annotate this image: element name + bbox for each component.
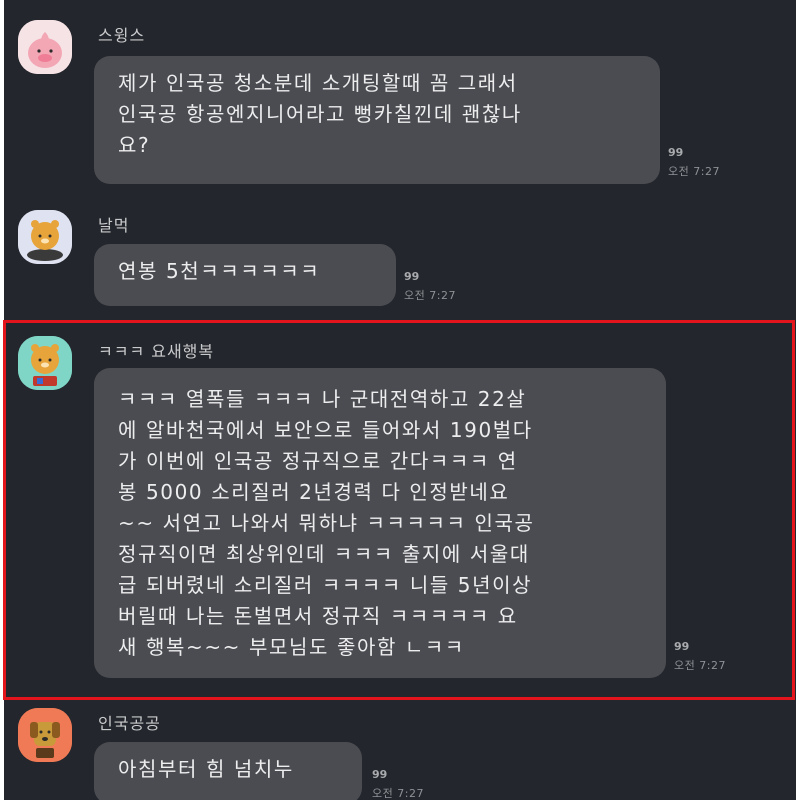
- sender-name: 날먹: [98, 216, 130, 235]
- message-time: 오전 7:27: [404, 289, 456, 302]
- message-bubble[interactable]: 아침부터 힘 넘치누: [94, 742, 362, 800]
- message-bubble[interactable]: ㅋㅋㅋ 열폭들 ㅋㅋㅋ 나 군대전역하고 22살 에 알바천국에서 보안으로 들…: [94, 368, 666, 678]
- message-bubble[interactable]: 연봉 5천ㅋㅋㅋㅋㅋㅋ: [94, 244, 396, 306]
- message-bubble[interactable]: 제가 인국공 청소분데 소개팅할때 꼼 그래서 인국공 항공엔지니어라고 뻥카칠…: [94, 56, 660, 184]
- lion-character-avatar-icon[interactable]: [18, 210, 72, 264]
- message-time: 오전 7:27: [674, 659, 726, 672]
- message-time: 오전 7:27: [372, 787, 424, 800]
- read-count: 99: [404, 270, 420, 283]
- message-meta: 99 오전 7:27: [372, 768, 424, 800]
- dog-character-avatar-icon[interactable]: [18, 708, 72, 762]
- message-meta: 99 오전 7:27: [674, 640, 726, 672]
- message-time: 오전 7:27: [668, 165, 720, 178]
- read-count: 99: [372, 768, 388, 781]
- message-meta: 99 오전 7:27: [668, 146, 720, 178]
- sender-name: ㅋㅋㅋ 요새행복: [98, 342, 215, 361]
- chat-room: 스윙스 제가 인국공 청소분데 소개팅할때 꼼 그래서 인국공 항공엔지니어라고…: [4, 0, 796, 800]
- read-count: 99: [668, 146, 684, 159]
- sender-name: 스윙스: [98, 26, 146, 45]
- read-count: 99: [674, 640, 690, 653]
- peach-character-avatar-icon[interactable]: [18, 20, 72, 74]
- lion-character-avatar-icon[interactable]: [18, 336, 72, 390]
- message-meta: 99 오전 7:27: [404, 270, 456, 302]
- sender-name: 인국공공: [98, 714, 161, 733]
